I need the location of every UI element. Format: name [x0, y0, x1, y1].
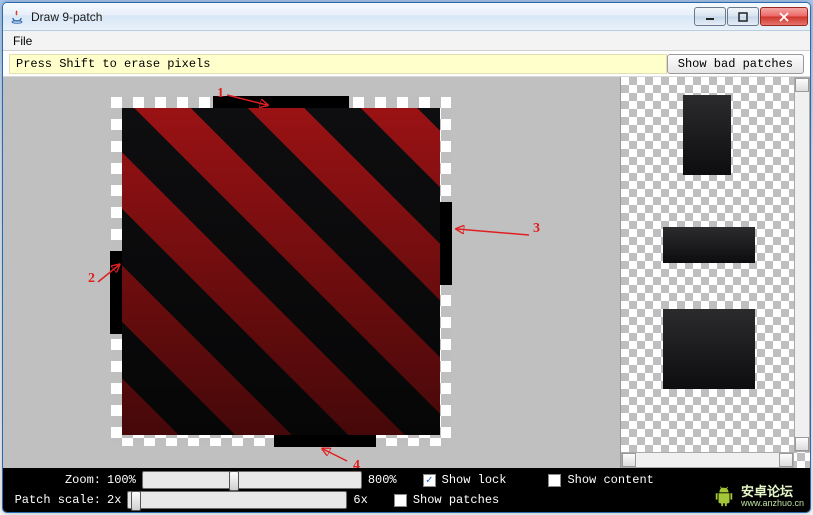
zoom-min: 100% — [107, 473, 136, 487]
show-lock-label: Show lock — [442, 473, 507, 487]
canvas-area[interactable]: 1 2 3 4 — [3, 77, 620, 468]
show-patches-label: Show patches — [413, 493, 499, 507]
annotation-label-2: 2 — [88, 271, 95, 286]
show-content-label: Show content — [567, 473, 653, 487]
show-content-checkbox[interactable] — [548, 474, 561, 487]
annotation-label-3: 3 — [533, 221, 540, 236]
scale-max: 6x — [353, 493, 367, 507]
zoom-thumb[interactable] — [229, 471, 239, 491]
nine-patch-frame[interactable] — [111, 97, 451, 446]
watermark-title: 安卓论坛 — [741, 485, 804, 499]
nine-patch-image[interactable] — [122, 108, 440, 435]
stretch-marker-left[interactable] — [110, 251, 122, 335]
work-area: 1 2 3 4 — [3, 77, 810, 468]
scroll-down-icon[interactable] — [795, 437, 809, 451]
show-lock-checkbox[interactable] — [423, 474, 436, 487]
content-marker-right[interactable] — [440, 202, 452, 286]
scale-slider[interactable] — [127, 491, 347, 509]
scale-thumb[interactable] — [131, 491, 141, 511]
window-controls — [694, 7, 808, 26]
hint-bar: Press Shift to erase pixels Show bad pat… — [3, 51, 810, 77]
scroll-right-icon[interactable] — [779, 453, 793, 467]
preview-tall — [683, 95, 731, 175]
show-patches-checkbox[interactable] — [394, 494, 407, 507]
preview-wide — [663, 227, 755, 263]
zoom-label: Zoom: — [9, 473, 101, 487]
bottom-bar: Zoom: 100% 800% Show lock Show content P… — [3, 468, 810, 512]
preview-big — [663, 309, 755, 389]
minimize-button[interactable] — [694, 7, 726, 26]
app-window: Draw 9-patch File Press Shift to erase p… — [2, 2, 811, 513]
zoom-slider[interactable] — [142, 471, 362, 489]
window-title: Draw 9-patch — [31, 10, 694, 24]
watermark-url: www.anzhuo.cn — [741, 499, 804, 508]
preview-scrollbar-vertical[interactable] — [794, 77, 810, 452]
annotation-label-4: 4 — [353, 458, 360, 468]
close-button[interactable] — [760, 7, 808, 26]
menubar: File — [3, 31, 810, 51]
scale-min: 2x — [107, 493, 121, 507]
maximize-button[interactable] — [727, 7, 759, 26]
preview-panel[interactable] — [620, 77, 810, 468]
android-icon — [713, 485, 735, 507]
scroll-up-icon[interactable] — [795, 78, 809, 92]
java-icon — [9, 9, 25, 25]
scroll-left-icon[interactable] — [622, 453, 636, 467]
titlebar[interactable]: Draw 9-patch — [3, 3, 810, 31]
stretch-marker-top[interactable] — [213, 96, 349, 108]
preview-scrollbar-horizontal[interactable] — [621, 452, 794, 468]
watermark: 安卓论坛 www.anzhuo.cn — [713, 485, 804, 508]
scale-label: Patch scale: — [9, 493, 101, 507]
show-bad-patches-button[interactable]: Show bad patches — [667, 54, 804, 74]
menu-file[interactable]: File — [7, 32, 38, 50]
zoom-max: 800% — [368, 473, 397, 487]
hint-text: Press Shift to erase pixels — [9, 54, 667, 74]
content-marker-bottom[interactable] — [274, 435, 376, 447]
